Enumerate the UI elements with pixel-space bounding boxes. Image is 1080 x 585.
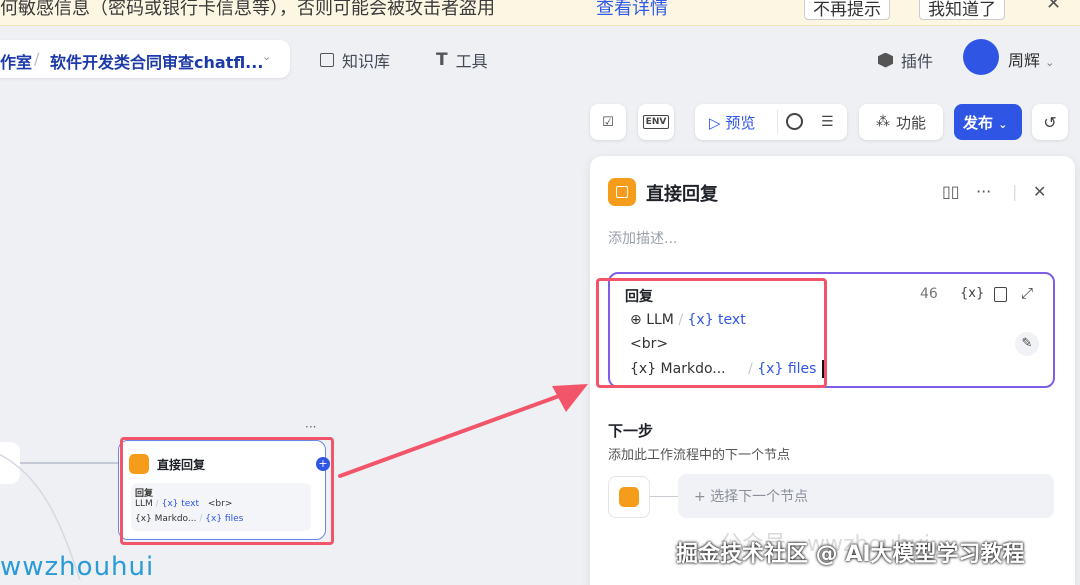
annotation-arrow <box>338 384 588 478</box>
banner-text: 何敏感信息（密码或银行卡信息等），否则可能会被攻击者盗用 <box>0 0 495 19</box>
nav-plugins-label: 插件 <box>901 52 934 71</box>
user-name: 周辉 <box>1008 51 1041 70</box>
banner-details-link[interactable]: 查看详情 <box>596 0 668 20</box>
watermark-left: wwzhouhui <box>0 552 155 582</box>
features-button[interactable]: ⁂ 功能 <box>859 104 943 140</box>
close-icon[interactable]: ✕ <box>1033 182 1046 201</box>
expand-icon[interactable]: ⤢ <box>1021 284 1033 302</box>
docs-icon[interactable]: ▯▯ <box>942 182 960 201</box>
nav-tools-label: 工具 <box>455 52 488 71</box>
copy-icon[interactable] <box>994 287 1007 302</box>
breadcrumb-app-name[interactable]: 软件开发类合同审查chatfl... <box>50 49 263 73</box>
chevron-down-icon: ⌄ <box>998 118 1008 131</box>
chevron-down-icon: ⌄ <box>1045 56 1055 69</box>
history-icon: ↺ <box>1043 112 1057 132</box>
highlight-reply-editor <box>596 278 827 388</box>
list-icon[interactable]: ☰ <box>821 114 834 130</box>
panel-title[interactable]: 直接回复 <box>646 180 718 206</box>
plus-icon: + <box>694 489 711 505</box>
acknowledge-button[interactable]: 我知道了 <box>919 0 1005 20</box>
checklist-button[interactable]: ☑ <box>590 104 626 140</box>
nav-tools[interactable]: T 工具 <box>436 48 488 72</box>
reply-node-icon <box>608 178 636 206</box>
user-menu[interactable]: 周辉 ⌄ <box>1008 47 1054 71</box>
connector-line <box>650 496 678 497</box>
nav-knowledge-label: 知识库 <box>342 52 391 71</box>
insert-variable-icon[interactable]: {x} <box>960 286 984 301</box>
security-notice-banner: 何敏感信息（密码或银行卡信息等），否则可能会被攻击者盗用 查看详情 不再提示 我… <box>0 0 1080 26</box>
char-count: 46 <box>920 286 938 302</box>
env-icon: ENV <box>642 115 670 129</box>
highlight-canvas-node <box>120 437 334 545</box>
divider: | <box>1012 182 1018 201</box>
chevron-down-icon[interactable]: ⌄ <box>262 50 271 63</box>
preview-label: 预览 <box>725 114 756 132</box>
env-button[interactable]: ENV <box>638 104 674 140</box>
ai-write-icon[interactable]: ✎ <box>1015 332 1039 356</box>
nav-knowledge[interactable]: 知识库 <box>320 48 390 72</box>
divider <box>777 110 778 134</box>
description-input[interactable]: 添加描述... <box>608 228 677 248</box>
more-icon[interactable]: ··· <box>976 182 991 201</box>
publish-label: 发布 <box>963 114 994 132</box>
features-label: 功能 <box>895 113 926 132</box>
next-step-title: 下一步 <box>608 422 654 440</box>
nav-plugins[interactable]: 插件 <box>878 48 933 72</box>
preview-button[interactable]: ▷ 预览 <box>709 112 755 133</box>
top-navigation: 作室 / 软件开发类合同审查chatfl... ⌄ 知识库 T 工具 插件 周辉… <box>0 26 1080 92</box>
version-history-button[interactable]: ↺ <box>1032 104 1068 140</box>
breadcrumb: 作室 / 软件开发类合同审查chatfl... ⌄ <box>0 40 290 78</box>
publish-button[interactable]: 发布 ⌄ <box>954 104 1022 140</box>
watermark-right: 掘金技术社区 @ AI大模型学习教程 <box>676 542 1025 567</box>
dont-show-again-button[interactable]: 不再提示 <box>804 0 890 20</box>
book-icon <box>320 53 334 67</box>
select-next-node-label: 选择下一个节点 <box>710 489 809 505</box>
run-history-icon[interactable] <box>786 113 803 130</box>
preview-group: ▷ 预览 ☰ <box>695 104 847 140</box>
next-step-description: 添加此工作流程中的下一个节点 <box>608 448 791 463</box>
avatar[interactable] <box>963 39 999 75</box>
hammer-icon: T <box>436 50 448 70</box>
select-next-node-button[interactable]: + 选择下一个节点 <box>678 474 1054 518</box>
close-icon[interactable]: ✕ <box>1046 0 1061 14</box>
reply-node-icon <box>619 487 639 507</box>
features-icon: ⁂ <box>875 114 890 130</box>
cube-icon <box>878 52 893 68</box>
node-more-icon[interactable]: ··· <box>305 420 316 434</box>
current-node-badge <box>608 476 650 518</box>
checklist-icon: ☑ <box>602 114 614 130</box>
breadcrumb-separator: / <box>34 49 40 68</box>
breadcrumb-studio[interactable]: 作室 <box>0 49 32 73</box>
